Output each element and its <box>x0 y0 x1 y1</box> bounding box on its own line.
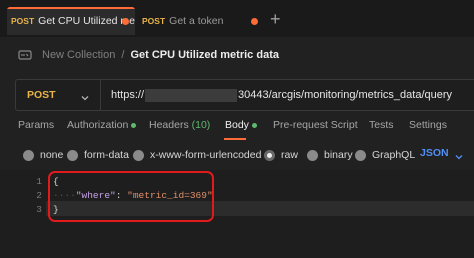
request-title[interactable]: Get CPU Utilized metric data <box>130 49 279 61</box>
line-number: 1 <box>36 176 42 187</box>
redacted-host <box>145 88 238 102</box>
radio-icon <box>307 149 318 161</box>
tab-settings[interactable]: Settings <box>409 119 447 131</box>
highlight-box <box>48 171 214 222</box>
url-bar: POST https:// 30443/arcgis/monitoring/me… <box>15 79 474 111</box>
radio-raw[interactable]: raw <box>264 148 298 162</box>
format-dropdown[interactable]: JSON <box>420 147 449 159</box>
radio-label: x-www-form-urlencoded <box>150 149 262 161</box>
status-dot-icon <box>131 122 137 128</box>
headers-count: (10) <box>191 119 211 131</box>
unsaved-dot-icon <box>122 18 129 25</box>
radio-label: form-data <box>84 149 129 161</box>
radio-icon <box>23 149 34 161</box>
tab-body-label: Body <box>225 119 249 131</box>
breadcrumb-separator: / <box>121 49 125 61</box>
radio-none[interactable]: none <box>23 148 63 162</box>
tab-title: Get CPU Utilized metr <box>38 15 135 27</box>
radio-label: binary <box>324 149 353 161</box>
method-dropdown[interactable]: POST <box>16 80 101 110</box>
radio-icon <box>355 149 366 161</box>
tab-authorization[interactable]: Authorization <box>67 119 137 131</box>
line-numbers: 1 2 3 <box>20 175 42 217</box>
radio-urlencoded[interactable]: x-www-form-urlencoded <box>133 148 261 162</box>
tab-title: Get a token <box>169 15 224 27</box>
tab-headers-label: Headers <box>149 119 189 131</box>
tab-headers[interactable]: Headers (10) <box>149 119 210 131</box>
radio-graphql[interactable]: GraphQL <box>355 148 415 162</box>
method-label: POST <box>27 89 56 101</box>
radio-label: GraphQL <box>372 149 416 161</box>
status-dot-icon <box>251 122 257 128</box>
unsaved-dot-icon <box>251 18 258 25</box>
line-number: 2 <box>36 190 42 201</box>
tab-get-cpu-utilized[interactable]: POST Get CPU Utilized metr <box>7 7 135 35</box>
radio-label: raw <box>281 149 298 161</box>
radio-selected-icon <box>264 149 275 161</box>
line-number: 3 <box>36 204 42 215</box>
tab-method: POST <box>11 16 35 26</box>
tab-get-a-token[interactable]: POST Get a token <box>138 7 264 35</box>
tab-body[interactable]: Body <box>225 119 257 131</box>
tab-authorization-label: Authorization <box>67 119 129 131</box>
url-input[interactable]: https:// 30443/arcgis/monitoring/metrics… <box>111 80 452 110</box>
radio-icon <box>67 149 78 161</box>
active-tab-indicator <box>224 138 246 140</box>
radio-form-data[interactable]: form-data <box>67 148 129 162</box>
chevron-down-icon[interactable] <box>454 149 464 160</box>
tab-pre-request-script[interactable]: Pre-request Script <box>273 119 358 131</box>
new-tab-button[interactable]: + <box>270 10 281 28</box>
tab-bar: POST Get CPU Utilized metr POST Get a to… <box>0 0 474 37</box>
breadcrumb-collection[interactable]: New Collection <box>42 49 115 61</box>
tab-params[interactable]: Params <box>18 119 54 131</box>
breadcrumb: New Collection / Get CPU Utilized metric… <box>18 45 279 65</box>
radio-label: none <box>40 149 64 161</box>
http-request-icon <box>18 48 32 62</box>
url-path: 30443/arcgis/monitoring/metrics_data/que… <box>238 89 453 101</box>
radio-icon <box>133 149 144 161</box>
chevron-down-icon <box>80 90 90 101</box>
url-prefix: https:// <box>111 89 145 101</box>
tab-tests[interactable]: Tests <box>369 119 394 131</box>
tab-method: POST <box>142 16 166 26</box>
radio-binary[interactable]: binary <box>307 148 353 162</box>
